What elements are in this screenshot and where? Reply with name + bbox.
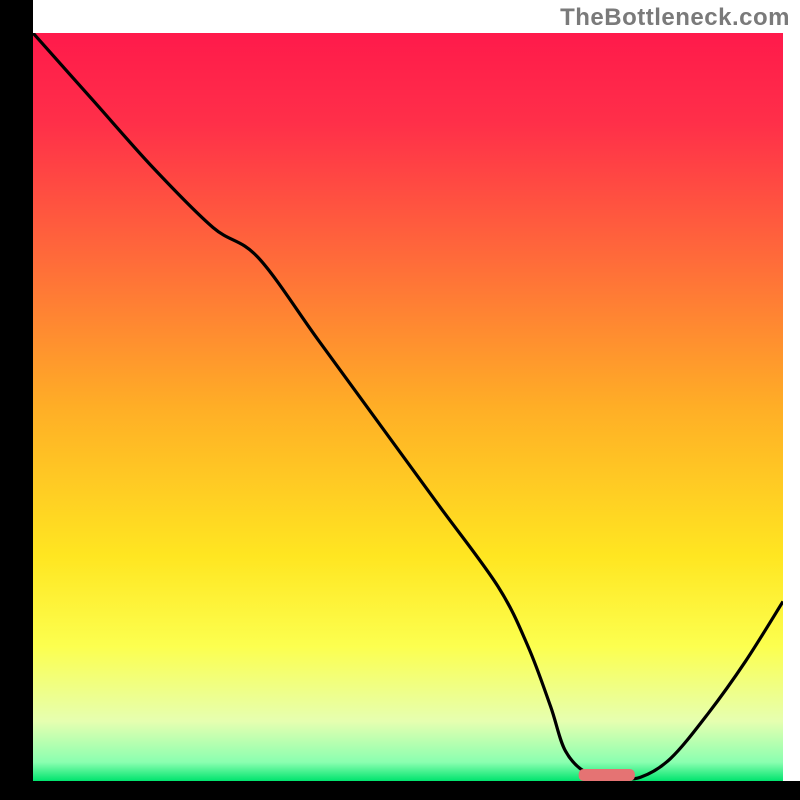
chart-svg [0,0,800,800]
gradient-background [33,33,783,781]
optimal-range-marker [579,769,635,781]
left-axis-line [0,0,33,800]
bottleneck-chart: TheBottleneck.com [0,0,800,800]
watermark-text: TheBottleneck.com [560,4,790,32]
bottom-axis-line [0,781,800,800]
